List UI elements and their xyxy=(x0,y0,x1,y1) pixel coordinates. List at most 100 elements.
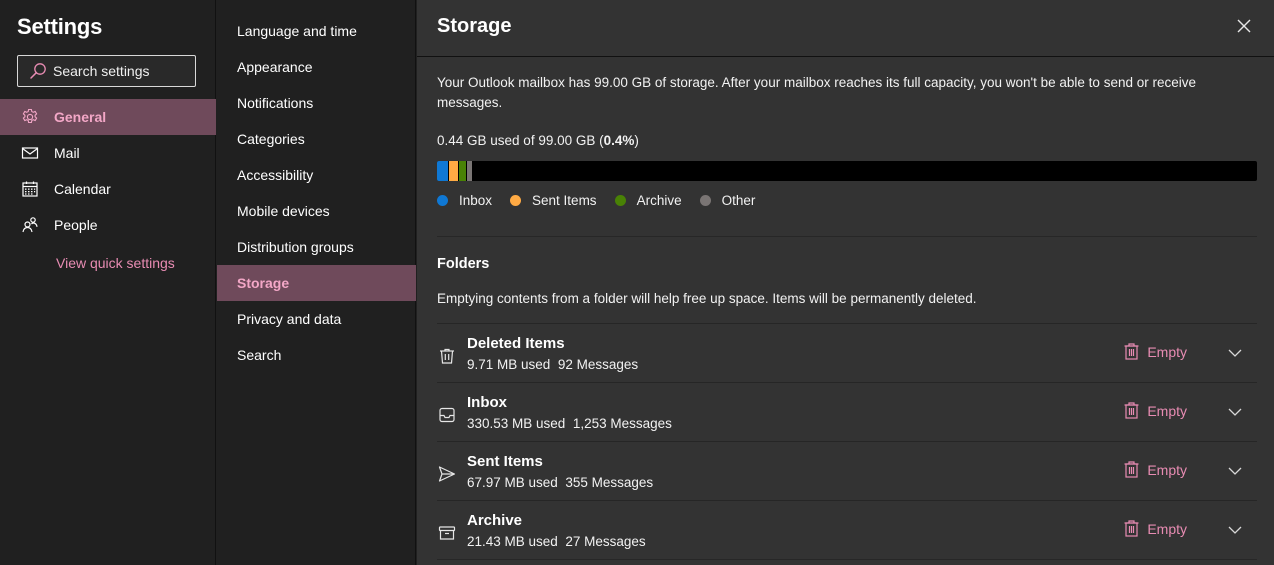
empty-label: Empty xyxy=(1147,402,1187,419)
nav-item-calendar[interactable]: Calendar xyxy=(0,171,216,207)
folder-message-count: 355 Messages xyxy=(565,475,654,490)
subnav-item-notifications[interactable]: Notifications xyxy=(217,85,416,121)
empty-folder-button[interactable]: Empty xyxy=(1124,343,1187,360)
subnav-item-accessibility[interactable]: Accessibility xyxy=(217,157,416,193)
view-quick-settings-link[interactable]: View quick settings xyxy=(56,255,175,271)
storage-usage-text: 0.44 GB used of 99.00 GB (0.4%) xyxy=(437,133,639,148)
general-subnav: Language and time Appearance Notificatio… xyxy=(217,0,416,565)
expand-folder-button[interactable] xyxy=(1227,522,1243,538)
section-divider xyxy=(437,236,1257,237)
subnav-item-storage[interactable]: Storage xyxy=(217,265,416,301)
panel-title: Storage xyxy=(437,15,512,37)
storage-panel: Storage Your Outlook mailbox has 99.00 G… xyxy=(417,0,1274,565)
nav-item-mail[interactable]: Mail xyxy=(0,135,216,171)
calendar-icon xyxy=(21,180,39,198)
section-divider xyxy=(437,559,1257,560)
legend-item-other: Other xyxy=(699,193,756,208)
usage-percent: 0.4% xyxy=(603,133,635,148)
usage-suffix: ) xyxy=(634,133,639,148)
nav-item-label: Calendar xyxy=(54,181,111,197)
folder-name: Deleted Items xyxy=(467,335,565,352)
storage-legend: Inbox Sent Items Archive Other xyxy=(437,193,773,208)
subnav-item-distribution-groups[interactable]: Distribution groups xyxy=(217,229,416,265)
legend-dot xyxy=(699,195,711,206)
legend-label: Archive xyxy=(636,193,682,208)
chevron-down-icon xyxy=(1228,349,1242,357)
subnav-item-privacy-and-data[interactable]: Privacy and data xyxy=(217,301,416,337)
empty-label: Empty xyxy=(1147,520,1187,537)
folder-row-archive: Archive 21.43 MB used 27 Messages Empty xyxy=(437,500,1257,559)
legend-item-inbox: Inbox xyxy=(437,193,492,208)
subnav-item-appearance[interactable]: Appearance xyxy=(217,49,416,85)
people-icon xyxy=(21,216,39,234)
expand-folder-button[interactable] xyxy=(1227,404,1243,420)
folder-row-inbox: Inbox 330.53 MB used 1,253 Messages Empt… xyxy=(437,382,1257,441)
search-icon xyxy=(30,63,46,79)
trash-icon xyxy=(437,346,457,366)
legend-label: Inbox xyxy=(459,193,493,208)
folder-meta: 21.43 MB used 27 Messages xyxy=(467,534,646,549)
folder-size: 9.71 MB used xyxy=(467,357,551,372)
trash-icon xyxy=(1124,461,1139,478)
nav-item-label: General xyxy=(54,109,107,125)
subnav-item-language-and-time[interactable]: Language and time xyxy=(217,13,416,49)
inbox-icon xyxy=(437,405,457,425)
search-placeholder: Search settings xyxy=(53,63,150,79)
close-icon xyxy=(1237,19,1251,33)
folder-name: Sent Items xyxy=(467,453,543,470)
empty-label: Empty xyxy=(1147,343,1187,360)
storage-usage-bar xyxy=(437,161,1257,181)
storage-description: Your Outlook mailbox has 99.00 GB of sto… xyxy=(437,75,1196,110)
folder-message-count: 1,253 Messages xyxy=(572,416,672,431)
legend-item-sent-items: Sent Items xyxy=(510,193,597,208)
usage-segment-inbox xyxy=(437,161,448,181)
trash-icon xyxy=(1124,343,1139,360)
folder-row-deleted-items: Deleted Items 9.71 MB used 92 Messages E… xyxy=(437,323,1257,382)
chevron-down-icon xyxy=(1228,467,1242,475)
mail-icon xyxy=(21,144,39,162)
nav-item-people[interactable]: People xyxy=(0,207,216,243)
nav-item-label: Mail xyxy=(54,145,80,161)
send-icon xyxy=(437,464,457,484)
folders-heading: Folders xyxy=(437,256,490,272)
legend-label: Sent Items xyxy=(532,193,597,208)
trash-icon xyxy=(1124,520,1139,537)
folder-meta: 330.53 MB used 1,253 Messages xyxy=(467,416,672,431)
panel-header: Storage xyxy=(417,0,1274,57)
folder-meta: 9.71 MB used 92 Messages xyxy=(467,357,638,372)
search-settings-input[interactable]: Search settings xyxy=(17,55,196,87)
gear-icon xyxy=(21,108,39,126)
legend-dot xyxy=(614,195,626,206)
expand-folder-button[interactable] xyxy=(1227,463,1243,479)
legend-item-archive: Archive xyxy=(614,193,682,208)
trash-icon xyxy=(1124,402,1139,419)
folder-size: 330.53 MB used xyxy=(467,416,566,431)
subnav-item-search[interactable]: Search xyxy=(217,337,416,373)
chevron-down-icon xyxy=(1228,526,1242,534)
subnav-item-mobile-devices[interactable]: Mobile devices xyxy=(217,193,416,229)
folder-message-count: 27 Messages xyxy=(565,534,646,549)
folder-size: 67.97 MB used xyxy=(467,475,558,490)
nav-item-label: People xyxy=(54,217,98,233)
close-button[interactable] xyxy=(1234,16,1254,36)
folder-message-count: 92 Messages xyxy=(557,357,639,372)
usage-segment-archive xyxy=(459,161,466,181)
folder-meta: 67.97 MB used 355 Messages xyxy=(467,475,653,490)
nav-item-general[interactable]: General xyxy=(0,99,216,135)
legend-label: Other xyxy=(721,193,756,208)
empty-folder-button[interactable]: Empty xyxy=(1124,520,1187,537)
settings-title: Settings xyxy=(17,14,103,39)
subnav-item-categories[interactable]: Categories xyxy=(217,121,416,157)
empty-folder-button[interactable]: Empty xyxy=(1124,402,1187,419)
settings-nav: Settings Search settings General Mail Ca… xyxy=(0,0,216,565)
folder-name: Archive xyxy=(467,512,523,529)
usage-segment-other xyxy=(467,161,472,181)
folder-name: Inbox xyxy=(467,394,507,411)
expand-folder-button[interactable] xyxy=(1227,345,1243,361)
folder-row-sent-items: Sent Items 67.97 MB used 355 Messages Em… xyxy=(437,441,1257,500)
empty-folder-button[interactable]: Empty xyxy=(1124,461,1187,478)
folders-description: Emptying contents from a folder will hel… xyxy=(437,291,977,306)
chevron-down-icon xyxy=(1228,408,1242,416)
archive-icon xyxy=(437,523,457,543)
legend-dot xyxy=(437,195,448,206)
